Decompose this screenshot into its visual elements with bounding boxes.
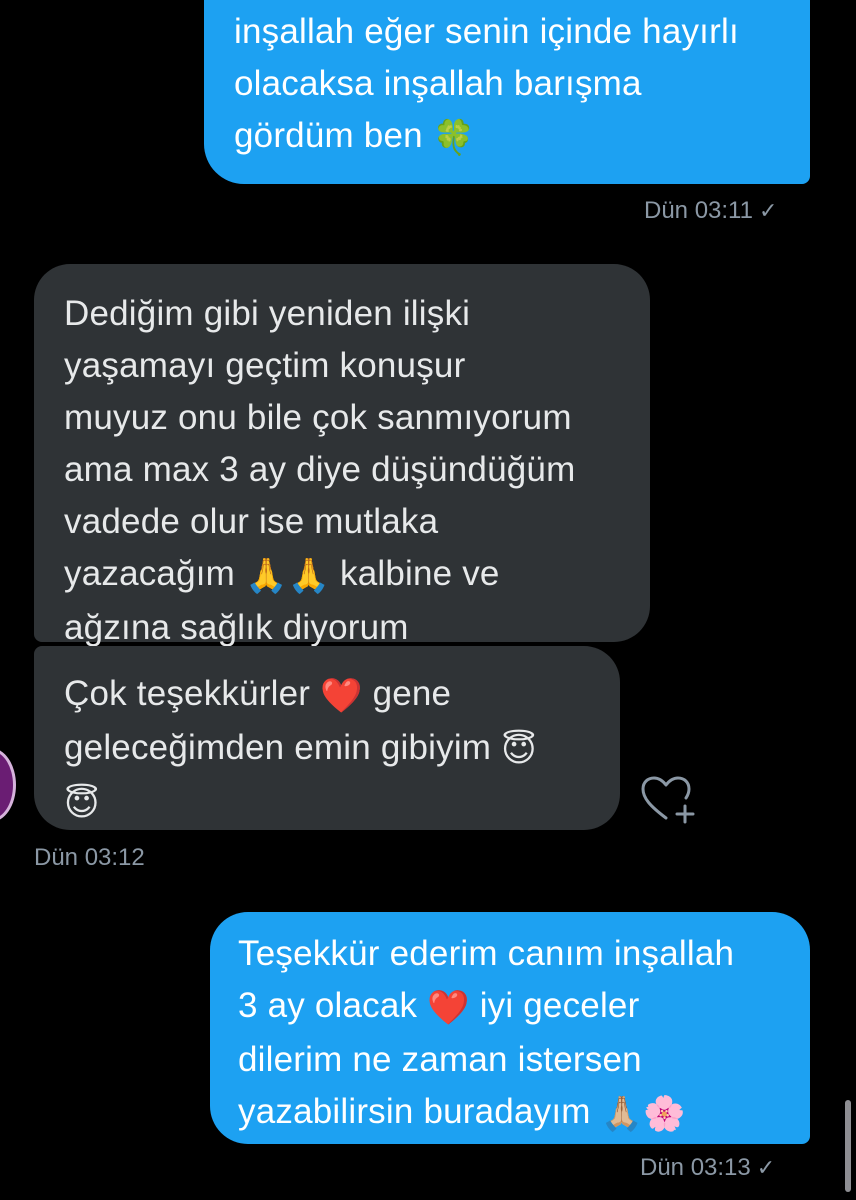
message-line: gördüm ben 🍀 (234, 110, 780, 164)
message-line: inşallah eğer senin içinde hayırlı (234, 12, 739, 51)
message-line: yaşamayı geçtim konuşur (64, 346, 466, 385)
smiling-face-with-halo-icon: 😇 (64, 784, 100, 824)
message-line: 😇 (64, 776, 590, 830)
red-heart-icon: ❤️ (427, 988, 470, 1028)
red-heart-icon: ❤️ (320, 676, 363, 716)
timestamp-text: Dün 03:12 (34, 844, 145, 871)
message-line: Dediğim gibi yeniden ilişki (64, 294, 471, 333)
message-text: gördüm ben (234, 116, 423, 155)
message-line: vadede olur ise mutlaka (64, 502, 439, 541)
message-text: yazabilirsin buradayım (238, 1092, 591, 1131)
message-text: Çok teşekkürler (64, 674, 311, 713)
message-timestamp: Dün 03:13 ✓ (640, 1153, 775, 1184)
message-text: kalbine ve (340, 554, 500, 593)
message-text: iyi geceler (479, 986, 640, 1025)
message-text: 3 ay olacak (238, 986, 418, 1025)
message-line: Teşekkür ederim canım inşallah (238, 934, 735, 973)
message-timestamp: Dün 03:12 (34, 843, 145, 873)
folded-hands-icon: 🙏🙏 (244, 556, 331, 596)
sent-check-icon: ✓ (756, 1156, 776, 1181)
scrollbar[interactable] (845, 1100, 851, 1192)
four-leaf-clover-icon: 🍀 (432, 118, 476, 158)
message-line: muyuz onu bile çok sanmıyorum (64, 398, 572, 437)
message-line: ama max 3 ay diye düşündüğüm (64, 450, 576, 489)
message-bubble-incoming[interactable]: Dediğim gibi yeniden ilişki yaşamayı geç… (34, 264, 650, 647)
message-line: yazabilirsin buradayım 🙏🏼🌸 (238, 1086, 782, 1140)
folded-hands-and-blossom-icon: 🙏🏼🌸 (600, 1094, 686, 1134)
message-line: olacaksa inşallah barışma (234, 64, 642, 103)
avatar[interactable] (0, 748, 16, 822)
smiling-face-with-halo-icon: 😇 (501, 730, 537, 770)
message-bubble-outgoing[interactable]: inşallah eğer senin içinde hayırlı olaca… (204, 0, 810, 184)
message-text: gene (372, 674, 452, 713)
message-line: geleceğimden emin gibiyim 😇 (64, 722, 590, 776)
message-timestamp: Dün 03:11 ✓ (644, 196, 777, 227)
heart-plus-icon-graphic (641, 776, 695, 824)
message-line: 3 ay olacak ❤️ iyi geceler (238, 980, 782, 1034)
message-text: yazacağım (64, 554, 236, 593)
conversation-screen: inşallah eğer senin içinde hayırlı olaca… (0, 0, 856, 1200)
timestamp-text: Dün 03:11 (644, 197, 753, 224)
timestamp-text: Dün 03:13 (640, 1154, 751, 1181)
heart-plus-icon[interactable] (640, 776, 696, 824)
message-text: geleceğimden emin gibiyim (64, 728, 492, 767)
message-line: dilerim ne zaman istersen (238, 1040, 642, 1079)
message-bubble-outgoing[interactable]: Teşekkür ederim canım inşallah 3 ay olac… (210, 912, 810, 1144)
message-bubble-incoming[interactable]: Çok teşekkürler ❤️ gene geleceğimden emi… (34, 646, 620, 830)
sent-check-icon: ✓ (758, 199, 778, 224)
message-line: Çok teşekkürler ❤️ gene (64, 668, 590, 722)
message-line: yazacağım 🙏🙏 kalbine ve (64, 548, 620, 602)
